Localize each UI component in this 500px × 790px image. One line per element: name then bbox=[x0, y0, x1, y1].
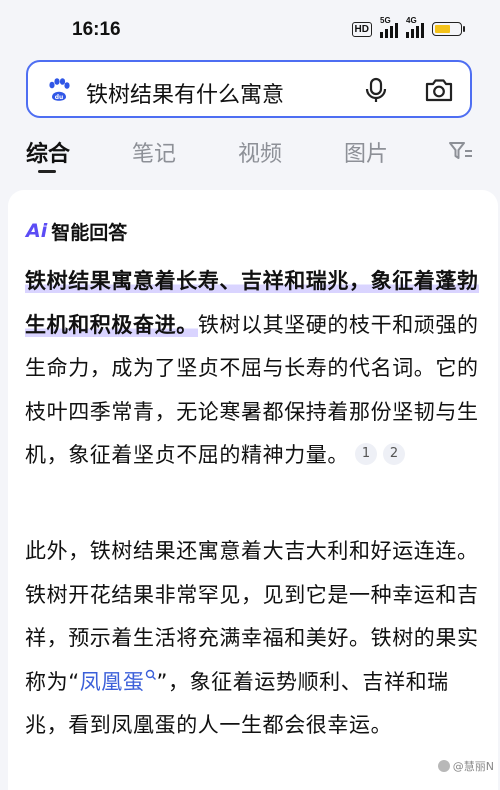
baidu-paw-icon: du bbox=[49, 78, 70, 101]
search-input[interactable]: 铁树结果有什么寓意 bbox=[86, 77, 284, 109]
battery-icon bbox=[432, 22, 465, 36]
camera-icon[interactable] bbox=[424, 76, 454, 104]
signal-5g-icon: 5G bbox=[380, 16, 398, 38]
search-tabs: 综合 笔记 视频 图片 bbox=[0, 130, 500, 180]
citation-2[interactable]: 2 bbox=[383, 443, 405, 465]
tab-notes[interactable]: 笔记 bbox=[132, 136, 176, 168]
answer-paragraph-2: 此外，铁树结果还寓意着大吉大利和好运连连。铁树开花结果非常罕见，见到它是一种幸运… bbox=[25, 530, 487, 748]
status-bar: 16:16 HD 5G 4G bbox=[0, 0, 500, 56]
svg-text:du: du bbox=[55, 94, 64, 101]
ai-answer-card: Ai 智能回答 铁树结果寓意着长寿、吉祥和瑞兆，象征着蓬勃生机和积极奋进。铁树以… bbox=[8, 190, 498, 790]
watermark-logo-icon bbox=[437, 760, 450, 772]
tab-zonghe[interactable]: 综合 bbox=[26, 136, 70, 168]
ai-answer-title: 智能回答 bbox=[51, 221, 128, 244]
filter-icon[interactable] bbox=[448, 140, 474, 162]
search-icon bbox=[145, 669, 156, 680]
citation-1[interactable]: 1 bbox=[355, 443, 377, 465]
status-time: 16:16 bbox=[72, 19, 121, 40]
ai-logo-icon: Ai bbox=[26, 220, 48, 242]
fenghuangdan-link[interactable]: 凤凰蛋 bbox=[80, 669, 157, 694]
mic-icon[interactable] bbox=[362, 76, 390, 104]
watermark: @慧丽N bbox=[437, 758, 494, 774]
active-tab-indicator bbox=[38, 170, 56, 173]
tab-videos[interactable]: 视频 bbox=[238, 136, 282, 168]
hd-icon: HD bbox=[351, 21, 372, 37]
signal-4g-icon: 4G bbox=[406, 16, 424, 38]
search-box[interactable]: du 铁树结果有什么寓意 bbox=[26, 60, 472, 118]
status-icons: HD 5G 4G bbox=[351, 16, 465, 38]
ai-answer-header: Ai 智能回答 bbox=[26, 218, 127, 244]
tab-images[interactable]: 图片 bbox=[344, 136, 388, 168]
answer-paragraph-1: 铁树结果寓意着长寿、吉祥和瑞兆，象征着蓬勃生机和积极奋进。铁树以其坚硬的枝干和顽… bbox=[25, 260, 487, 478]
